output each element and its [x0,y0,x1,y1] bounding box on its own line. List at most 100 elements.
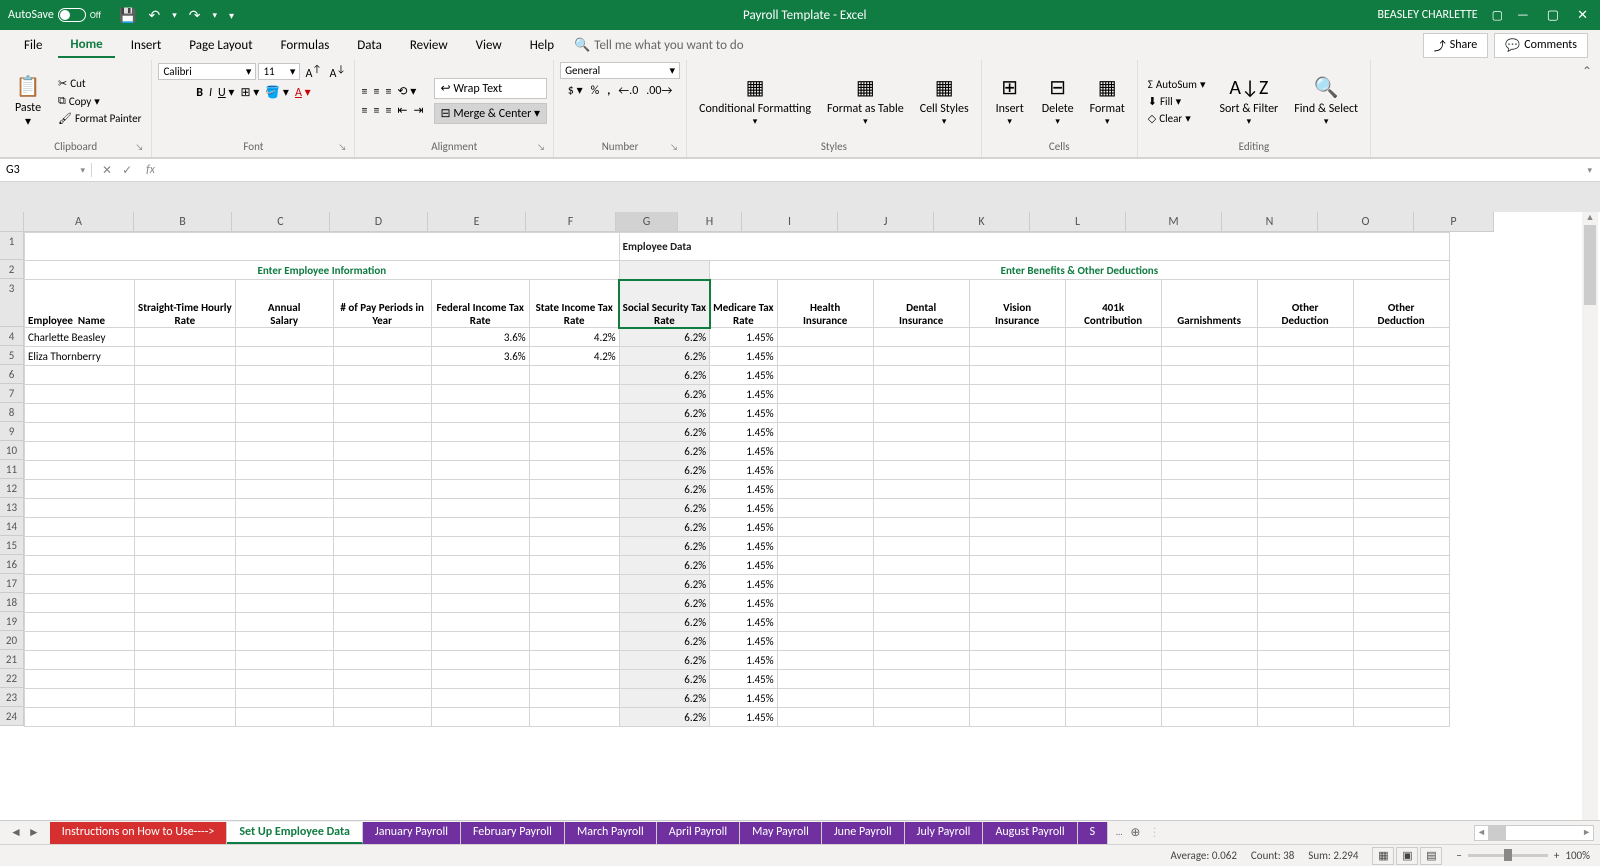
data-cell[interactable] [777,328,873,347]
data-cell[interactable] [431,708,529,727]
user-name[interactable]: BEASLEY CHARLETTE [1378,8,1478,22]
data-cell[interactable] [235,556,333,575]
data-cell[interactable] [529,613,619,632]
percent-format-icon[interactable]: % [591,84,600,98]
data-cell[interactable]: 6.2% [619,689,709,708]
data-cell[interactable]: 1.45% [710,328,778,347]
data-cell[interactable] [529,651,619,670]
column-header-cell[interactable]: Employee Name [25,280,135,328]
data-cell[interactable] [873,537,969,556]
data-cell[interactable]: 3.6% [431,347,529,366]
data-cell[interactable] [1353,480,1449,499]
data-cell[interactable]: 6.2% [619,594,709,613]
data-cell[interactable] [235,347,333,366]
data-cell[interactable] [25,708,135,727]
data-cell[interactable] [135,385,236,404]
sheet-tab[interactable]: March Payroll [565,822,657,844]
data-cell[interactable] [431,651,529,670]
comments-button[interactable]: 💬Comments [1494,33,1588,58]
data-cell[interactable]: 1.45% [710,651,778,670]
column-header[interactable]: O [1318,212,1414,232]
row-header[interactable]: 18 [0,593,24,612]
data-cell[interactable] [529,556,619,575]
data-cell[interactable] [431,442,529,461]
tab-page-layout[interactable]: Page Layout [177,34,264,57]
prev-sheet-icon[interactable]: ◄ [10,825,22,840]
data-cell[interactable] [431,556,529,575]
data-cell[interactable] [1161,423,1257,442]
data-cell[interactable] [431,423,529,442]
data-cell[interactable] [1257,442,1353,461]
row-header[interactable]: 7 [0,384,24,403]
column-header[interactable]: L [1030,212,1126,232]
data-cell[interactable] [135,613,236,632]
data-cell[interactable] [969,670,1065,689]
data-cell[interactable] [777,442,873,461]
column-header[interactable]: E [428,212,526,232]
sheet-title[interactable]: Employee Data [619,233,1449,261]
maximize-icon[interactable]: ▢ [1547,8,1559,23]
data-cell[interactable] [135,651,236,670]
data-cell[interactable] [1161,442,1257,461]
zoom-in-icon[interactable]: + [1554,849,1559,862]
cell[interactable] [619,261,709,280]
data-cell[interactable] [529,423,619,442]
row-header[interactable]: 20 [0,631,24,650]
align-center-icon[interactable]: ≡ [373,104,379,118]
column-header[interactable]: F [526,212,616,232]
data-cell[interactable] [431,366,529,385]
data-cell[interactable] [333,651,431,670]
data-cell[interactable] [1065,613,1161,632]
name-box[interactable]: G3▾ [0,163,92,177]
next-sheet-icon[interactable]: ► [28,825,40,840]
data-cell[interactable] [1257,404,1353,423]
data-cell[interactable] [777,404,873,423]
tab-view[interactable]: View [464,34,514,57]
data-cell[interactable] [1353,499,1449,518]
launcher-icon[interactable]: ↘ [136,142,144,153]
data-cell[interactable]: 6.2% [619,670,709,689]
data-cell[interactable] [777,347,873,366]
column-header-cell[interactable]: Garnishments [1161,280,1257,328]
align-right-icon[interactable]: ≡ [385,104,391,118]
align-bottom-icon[interactable]: ≡ [385,85,391,99]
data-cell[interactable] [1257,651,1353,670]
row-header[interactable]: 22 [0,669,24,688]
row-header[interactable]: 6 [0,365,24,384]
data-cell[interactable] [777,594,873,613]
data-cell[interactable] [135,689,236,708]
sheet-tab[interactable]: May Payroll [740,822,822,844]
data-cell[interactable] [1065,480,1161,499]
bold-button[interactable]: B [196,86,203,100]
data-cell[interactable] [333,442,431,461]
row-header[interactable]: 5 [0,346,24,365]
data-cell[interactable] [969,385,1065,404]
fill-button[interactable]: ⬇Fill ▾ [1144,94,1210,109]
data-cell[interactable] [969,518,1065,537]
data-cell[interactable] [1065,708,1161,727]
new-sheet-icon[interactable]: ⊕ [1130,825,1140,840]
data-cell[interactable] [25,480,135,499]
column-header[interactable]: K [934,212,1030,232]
data-cell[interactable] [235,499,333,518]
data-cell[interactable] [135,328,236,347]
sort-filter-button[interactable]: A↓ZSort & Filter▾ [1214,74,1285,127]
data-cell[interactable] [873,689,969,708]
row-header[interactable]: 21 [0,650,24,669]
data-cell[interactable] [431,537,529,556]
data-cell[interactable]: 1.45% [710,575,778,594]
undo-dropdown-icon[interactable]: ▾ [172,10,177,21]
data-cell[interactable] [969,575,1065,594]
cell[interactable] [25,233,620,261]
row-header[interactable]: 4 [0,327,24,346]
data-cell[interactable] [431,518,529,537]
sheet-tab[interactable]: S [1078,822,1109,844]
data-cell[interactable] [529,385,619,404]
data-cell[interactable] [235,385,333,404]
data-cell[interactable]: 6.2% [619,613,709,632]
data-cell[interactable]: 4.2% [529,347,619,366]
launcher-icon[interactable]: ↘ [339,142,347,153]
data-cell[interactable] [235,461,333,480]
data-cell[interactable]: 6.2% [619,347,709,366]
data-cell[interactable] [873,708,969,727]
